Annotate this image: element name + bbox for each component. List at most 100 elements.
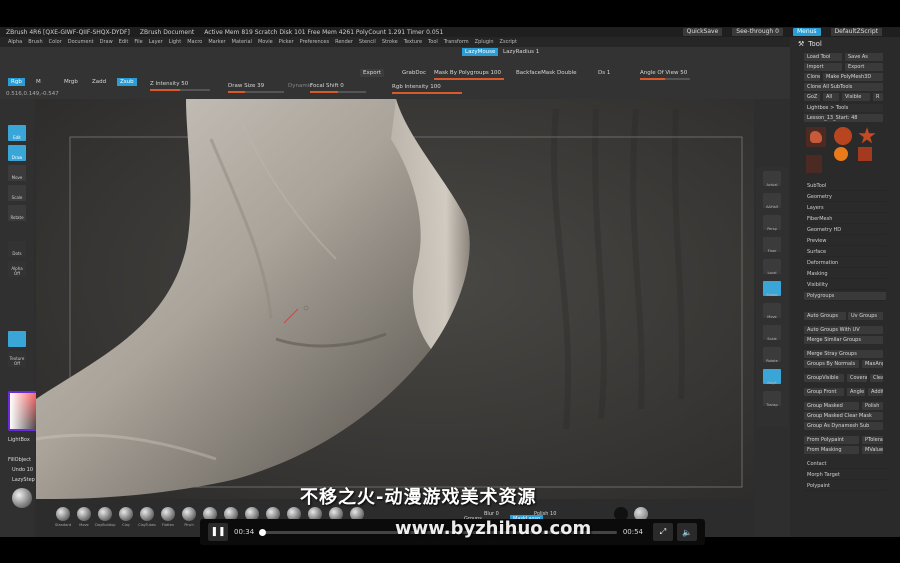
polygroups-mvalue[interactable]: MValue [862, 446, 883, 454]
tool-section-layers[interactable]: Layers [804, 204, 886, 213]
brush-clay[interactable] [119, 507, 133, 521]
view-floor-button[interactable]: Floor [763, 237, 781, 253]
alpha-button[interactable]: Alpha Off [8, 261, 26, 277]
polygroups-groupvisible[interactable]: GroupVisible [804, 374, 844, 382]
draw-size-track[interactable] [228, 91, 284, 93]
texture-button[interactable]: Texture Off [8, 351, 26, 367]
polygroups-merge-stray[interactable]: Merge Stray Groups [804, 350, 883, 358]
rgb-toggle[interactable]: Rgb [8, 78, 25, 86]
grabdoc-button[interactable]: GrabDoc [402, 69, 426, 77]
angle-of-view-slider[interactable]: Angle Of View 50 [640, 69, 687, 77]
lightbox-button[interactable]: LightBox [8, 437, 30, 443]
polygroups-group-masked[interactable]: Group Masked [804, 402, 859, 410]
tool-thumb-foot[interactable] [806, 127, 826, 147]
menu-transform[interactable]: Transform [444, 39, 469, 45]
fullscreen-button[interactable]: ⤢ [653, 523, 673, 541]
polygroups-group-front[interactable]: Group Front [804, 388, 844, 396]
draw-size-slider[interactable]: Draw Size 39 [228, 82, 264, 90]
menu-edit[interactable]: Edit [119, 39, 129, 45]
mrgb-toggle[interactable]: Mrgb [64, 78, 78, 86]
menu-draw[interactable]: Draw [100, 39, 113, 45]
tool-section-geometry-hd[interactable]: Geometry HD [804, 226, 886, 235]
quicksave-button[interactable]: QuickSave [682, 28, 723, 36]
brush-preview-thumbnail[interactable] [12, 488, 32, 508]
fillobject-button[interactable]: FillObject [8, 457, 31, 463]
edit-mode-button[interactable]: Edit [8, 125, 26, 141]
tool-section-contact[interactable]: Contact [804, 460, 886, 469]
polygroups-auto-groups[interactable]: Auto Groups [804, 312, 846, 320]
z-intensity-track[interactable] [150, 89, 210, 91]
goz-visible-button[interactable]: Visible [842, 93, 870, 101]
menus-toggle[interactable]: Menus [792, 28, 821, 36]
dynamic-toggle[interactable]: Dynamic [288, 82, 312, 90]
view-transp-button[interactable]: Transp [763, 391, 781, 407]
clone-all-subtools-button[interactable]: Clone All SubTools [804, 83, 883, 91]
polygroups-group-dynamesh[interactable]: Group As Dynamesh Sub [804, 422, 883, 430]
goz-all-button[interactable]: All [823, 93, 839, 101]
focal-shift-track[interactable] [310, 91, 366, 93]
polygroups-clear[interactable]: Clear [870, 374, 883, 382]
current-tool-slider[interactable]: Lesson_13_Start: 48 [804, 114, 883, 122]
load-tool-button[interactable]: Load Tool [804, 53, 842, 61]
zadd-toggle[interactable]: Zadd [92, 78, 106, 86]
tool-section-subtool[interactable]: SubTool [804, 182, 886, 191]
goz-button[interactable]: GoZ [804, 93, 820, 101]
m-toggle[interactable]: M [36, 78, 41, 86]
seethrough-slider[interactable]: See-through 0 [732, 28, 783, 36]
make-polymesh-button[interactable]: Make PolyMesh3D [823, 73, 883, 81]
brush-flatten[interactable] [161, 507, 175, 521]
z-intensity-slider[interactable]: Z Intensity 50 [150, 80, 188, 88]
menu-macro[interactable]: Macro [187, 39, 202, 45]
menu-zplugin[interactable]: Zplugin [475, 39, 494, 45]
dots-stroke-button[interactable]: Dots [8, 241, 26, 257]
view-local-button[interactable]: Local [763, 259, 781, 275]
scale-mode-button[interactable]: Scale [8, 185, 26, 201]
menu-material[interactable]: Material [232, 39, 252, 45]
clone-button[interactable]: Clone [804, 73, 820, 81]
material-button[interactable] [8, 331, 26, 347]
brush-standard[interactable] [56, 507, 70, 521]
menu-document[interactable]: Document [68, 39, 94, 45]
menu-tool[interactable]: Tool [428, 39, 438, 45]
view-rotate-button[interactable]: Rotate [763, 347, 781, 363]
backface-mask-toggle[interactable]: BackfaceMask Double [516, 69, 576, 77]
rotate-mode-button[interactable]: Rotate [8, 205, 26, 221]
rgb-intensity-slider[interactable]: Rgb Intensity 100 [392, 83, 441, 91]
tool-thumb-small[interactable] [806, 155, 822, 173]
polygroups-from-polypaint[interactable]: From Polypaint [804, 436, 859, 444]
menu-marker[interactable]: Marker [208, 39, 225, 45]
menu-brush[interactable]: Brush [28, 39, 42, 45]
tool-thumb-cylinder[interactable] [834, 127, 852, 145]
polygroups-uv-groups[interactable]: Uv Groups [848, 312, 883, 320]
polygroups-maxangle[interactable]: MaxAngle [862, 360, 883, 368]
mask-by-polygroups-track[interactable] [434, 78, 504, 80]
pause-button[interactable]: ❚❚ [208, 523, 228, 541]
menu-texture[interactable]: Texture [404, 39, 422, 45]
tool-section-surface[interactable]: Surface [804, 248, 886, 257]
view-polyf-button[interactable]: PolyF [763, 369, 781, 385]
goz-r-button[interactable]: R [873, 93, 883, 101]
tool-section-fibermesh[interactable]: FiberMesh [804, 215, 886, 224]
polygroups-angle[interactable]: Angle [847, 388, 865, 396]
polygroups-from-masking[interactable]: From Masking [804, 446, 859, 454]
menu-preferences[interactable]: Preferences [300, 39, 329, 45]
focal-shift-slider[interactable]: Focal Shift 0 [310, 82, 344, 90]
menu-zscript[interactable]: Zscript [500, 39, 517, 45]
menu-stroke[interactable]: Stroke [382, 39, 398, 45]
rgb-intensity-track[interactable] [392, 92, 462, 94]
polygroups-polish[interactable]: Polish [862, 402, 883, 410]
view-scale-button[interactable]: Scale [763, 325, 781, 341]
view-aahalf-button[interactable]: AAHalf [763, 193, 781, 209]
view-move-button[interactable]: Move [763, 303, 781, 319]
export-button[interactable]: Export [360, 69, 385, 77]
import-button[interactable]: Import [804, 63, 842, 71]
tool-section-preview[interactable]: Preview [804, 237, 886, 246]
tool-section-visibility[interactable]: Visibility [804, 281, 886, 290]
polygroups-merge-similar[interactable]: Merge Similar Groups [804, 336, 883, 344]
polygroups-ptolerance[interactable]: PTolerance [862, 436, 883, 444]
default-zscript-button[interactable]: DefaultZScript [830, 28, 882, 36]
mask-by-polygroups-slider[interactable]: Mask By Polygroups 100 [434, 69, 501, 77]
undo-slider[interactable]: Undo 10 [12, 467, 33, 473]
brush-claybuildup[interactable] [98, 507, 112, 521]
save-as-button[interactable]: Save As [845, 53, 883, 61]
